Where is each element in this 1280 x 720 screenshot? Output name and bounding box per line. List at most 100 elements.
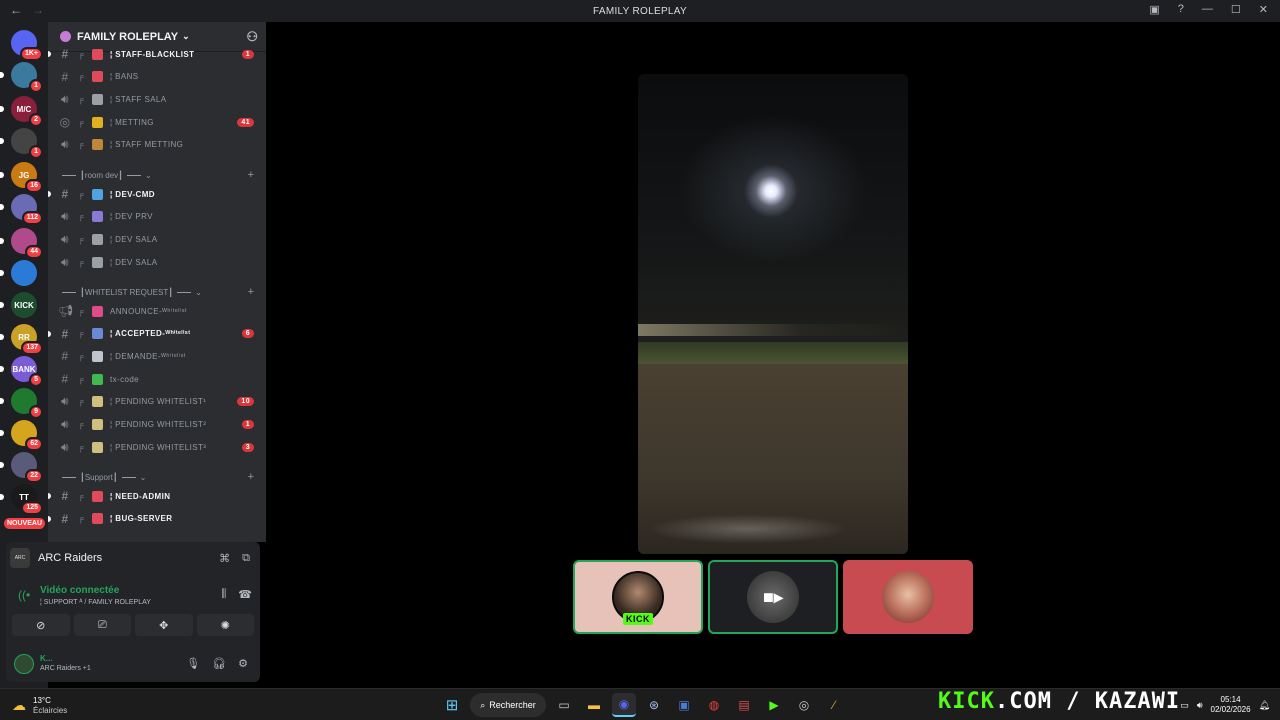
voice-connection: ((• Vidéo connectée ¦ SUPPORT ᴬ / FAMILY…: [18, 582, 258, 612]
soundboard-icon: ✺: [220, 619, 230, 632]
distant-lights: [638, 324, 908, 336]
server-icon[interactable]: M/C 2: [11, 96, 43, 127]
noise-suppression-icon[interactable]: ⫼: [221, 588, 226, 601]
channel-item[interactable]: # ╒ ¦ ACCEPTED-ᵂʰⁱᵗᵉˡⁱˢᵗ 6: [48, 324, 264, 344]
channel-item[interactable]: 📢︎ ╒ ANNOUNCE-ᵂʰⁱᵗᵉˡⁱˢᵗ: [58, 301, 264, 321]
channel-item[interactable]: # ╒ ¦ DEV-CMD: [48, 184, 264, 204]
kick-app-icon[interactable]: ▶: [762, 693, 786, 717]
channel-item[interactable]: 🔊︎ ╒ ¦ STAFF SALA: [58, 89, 264, 109]
inbox-icon[interactable]: ▣: [1149, 3, 1159, 16]
activities-icon: ✥: [159, 619, 169, 632]
volume-icon[interactable]: 🔊︎: [1197, 700, 1203, 711]
soundboard-button[interactable]: ✺: [196, 614, 254, 636]
chevron-down-icon: ⌄: [195, 287, 202, 297]
headphones-icon[interactable]: 🎧︎: [212, 657, 226, 670]
disconnect-icon[interactable]: ☎: [238, 588, 252, 601]
server-icon[interactable]: KICK: [11, 292, 37, 318]
channel-item[interactable]: # ╒ ¦ NEED-ADMIN: [48, 486, 264, 506]
chrome-icon[interactable]: ◍: [702, 693, 726, 717]
channel-item[interactable]: 🔊︎ ╒ ¦ PENDING WHITELIST³ 3: [58, 437, 264, 457]
channel-category[interactable]: ┃room dev┃ ⌄ +: [58, 166, 264, 184]
mention-count: 41: [237, 117, 254, 127]
server-icon[interactable]: 62: [11, 420, 43, 451]
gamepad-icon[interactable]: ⌘: [219, 552, 230, 565]
voice-status[interactable]: Vidéo connectée: [40, 585, 119, 596]
unread-pip: [0, 302, 4, 308]
server-icon[interactable]: BANK 5: [11, 356, 43, 387]
channel-emoji-icon: [92, 256, 103, 268]
voice-location[interactable]: ¦ SUPPORT ᴬ / FAMILY ROLEPLAY: [40, 599, 151, 606]
maximize-icon[interactable]: ☐: [1231, 3, 1241, 16]
add-channel-icon[interactable]: +: [248, 471, 254, 483]
app-red-icon[interactable]: ▤: [732, 693, 756, 717]
participant-tile-3[interactable]: [843, 560, 973, 634]
stream-icon[interactable]: ⧉: [242, 552, 250, 565]
channel-item[interactable]: 🔊︎ ╒ ¦ STAFF METTING: [58, 135, 264, 155]
channel-item[interactable]: 🔊︎ ╒ ¦ DEV SALA: [58, 252, 264, 272]
add-channel-icon[interactable]: +: [248, 286, 254, 298]
channel-item[interactable]: # ╒ ¦ BANS: [58, 67, 264, 87]
video-camera-icon: ■▸: [747, 571, 799, 623]
windows-start-icon[interactable]: ⊞: [440, 693, 464, 717]
task-view-icon[interactable]: ▭: [552, 693, 576, 717]
notification-bell-icon[interactable]: 🔔︎: [1259, 700, 1270, 711]
main-video-stream[interactable]: [638, 74, 908, 554]
server-icon[interactable]: RR 137: [11, 324, 43, 355]
channel-item[interactable]: ◎ ╒ ¦ METTING 41: [58, 112, 264, 132]
microphone-icon[interactable]: 🎙︎: [186, 657, 200, 670]
minimize-icon[interactable]: —: [1202, 3, 1213, 16]
file-explorer-icon[interactable]: ▬: [582, 693, 606, 717]
server-icon[interactable]: 1K+: [11, 30, 43, 61]
app-circle-icon[interactable]: ◎: [792, 693, 816, 717]
help-icon[interactable]: ?: [1178, 3, 1184, 16]
channel-item[interactable]: 🔊︎ ╒ ¦ DEV PRV: [58, 207, 264, 227]
unread-pip: [0, 72, 4, 78]
close-icon[interactable]: ✕: [1259, 3, 1268, 16]
signal-icon[interactable]: ((•: [18, 588, 30, 602]
server-icon[interactable]: 1: [11, 128, 43, 159]
server-icon[interactable]: TT 125: [11, 484, 43, 515]
channel-item[interactable]: # ╒ tx-code: [58, 369, 264, 389]
server-icon[interactable]: [11, 260, 37, 286]
server-icon[interactable]: 22: [11, 452, 43, 483]
category-label: ┃WHITELIST REQUEST┃: [80, 287, 174, 297]
camera-off-button[interactable]: ⊘: [12, 614, 70, 636]
participant-tile-2[interactable]: ■▸: [708, 560, 838, 634]
add-channel-icon[interactable]: +: [248, 169, 254, 181]
channel-emoji-icon: [92, 139, 103, 151]
title-bar: ← → FAMILY ROLEPLAY ▣ ? — ☐ ✕: [0, 0, 1280, 22]
channel-category[interactable]: ┃Support┃ ⌄ +: [58, 468, 264, 486]
network-icon[interactable]: ▭: [1180, 700, 1189, 711]
channel-item[interactable]: # ╒ ¦ STAFF-BLACKLIST 1: [48, 44, 264, 64]
app-stripe-icon[interactable]: ⁄: [822, 693, 846, 717]
screen-share-button[interactable]: ⎚: [73, 614, 131, 636]
server-icon[interactable]: JG 16: [11, 162, 43, 193]
screen-share-icon: ⎚: [97, 618, 107, 631]
channel-item[interactable]: # ╒ ¦ DEMANDE-ᵂʰⁱᵗᵉˡⁱˢᵗ: [58, 346, 264, 366]
weather-widget[interactable]: ☁ 13°C Éclaircies: [12, 694, 92, 716]
activities-button[interactable]: ✥: [135, 614, 193, 636]
channel-category[interactable]: ┃WHITELIST REQUEST┃ ⌄ +: [58, 283, 264, 301]
server-icon[interactable]: 1: [11, 62, 43, 93]
invite-people-icon[interactable]: ⚇: [246, 29, 258, 45]
participant-tile-1[interactable]: KICK: [573, 560, 703, 634]
channel-emoji-icon: [92, 350, 103, 362]
channel-item[interactable]: 🔊︎ ╒ ¦ PENDING WHITELIST¹ 10: [58, 392, 264, 412]
settings-gear-icon[interactable]: ⚙: [238, 657, 248, 670]
search-button[interactable]: ⌕ Rechercher: [470, 693, 546, 717]
server-icon[interactable]: 44: [11, 228, 43, 259]
server-icon[interactable]: 9: [11, 388, 43, 419]
clock[interactable]: 05:14 02/02/2026: [1211, 695, 1251, 715]
steam-icon[interactable]: ⊛: [642, 693, 666, 717]
discord-taskbar-icon[interactable]: ◉: [612, 693, 636, 717]
thread-branch-icon: ╒: [78, 329, 85, 339]
channel-item[interactable]: 🔊︎ ╒ ¦ DEV SALA: [58, 229, 264, 249]
channel-name: ANNOUNCE-ᵂʰⁱᵗᵉˡⁱˢᵗ: [110, 306, 188, 316]
unread-pip: [0, 334, 4, 340]
channel-emoji-icon: [92, 373, 103, 385]
avatar[interactable]: [14, 654, 34, 674]
channel-item[interactable]: 🔊︎ ╒ ¦ PENDING WHITELIST² 1: [58, 415, 264, 435]
server-icon[interactable]: 112: [11, 194, 43, 225]
app-icon[interactable]: ▣: [672, 693, 696, 717]
channel-item[interactable]: # ╒ ¦ BUG-SERVER: [48, 509, 264, 529]
